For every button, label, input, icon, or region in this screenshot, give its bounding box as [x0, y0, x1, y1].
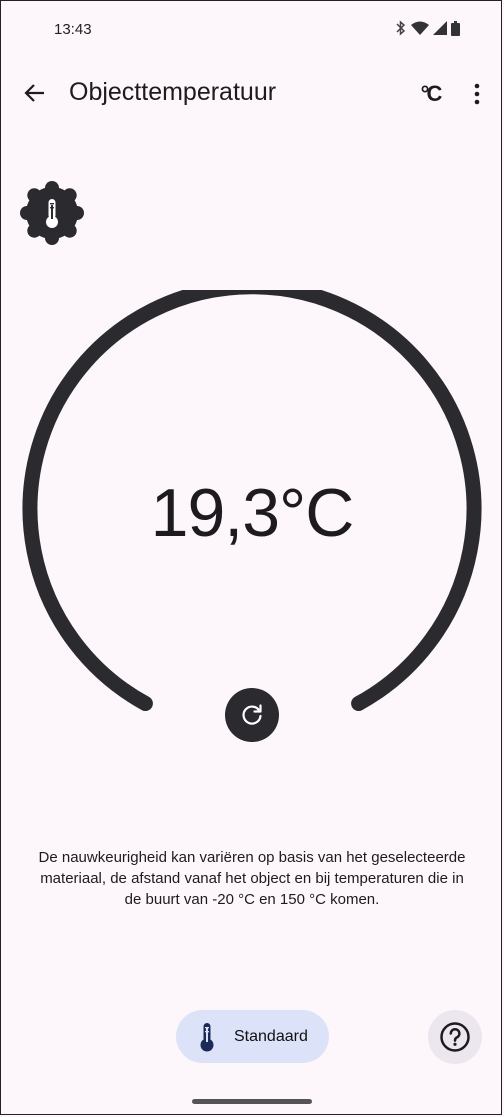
page-title: Objecttemperatuur	[69, 78, 277, 106]
refresh-icon	[242, 704, 262, 725]
gesture-nav-handle[interactable]	[192, 1099, 312, 1104]
help-icon	[440, 1022, 470, 1052]
accuracy-disclaimer: De nauwkeurigheid kan variëren op basis …	[38, 849, 466, 908]
battery-icon	[451, 20, 460, 36]
help-button[interactable]	[428, 1010, 482, 1064]
measurement-mode-chip[interactable]: Standaard	[176, 1010, 329, 1063]
chip-icon-wrapper	[196, 1021, 218, 1053]
wifi-icon	[411, 21, 429, 35]
status-icons	[395, 20, 460, 36]
sensor-badge	[19, 180, 85, 246]
more-options-button[interactable]	[462, 76, 492, 112]
unit-toggle-label: °C	[420, 81, 443, 106]
thermometer-icon	[200, 1022, 214, 1051]
top-app-bar: Objecttemperatuur °C	[0, 62, 504, 126]
status-time: 13:43	[54, 21, 92, 38]
thermometer-icon	[46, 199, 58, 228]
mode-chip-label: Standaard	[234, 1027, 308, 1045]
bluetooth-icon	[396, 20, 406, 36]
more-vert-icon	[474, 83, 480, 105]
unit-toggle-button[interactable]: °C	[412, 76, 448, 112]
back-button[interactable]	[18, 76, 52, 110]
refresh-button[interactable]	[225, 688, 279, 742]
arrow-back-icon	[24, 84, 44, 102]
temperature-reading: 19,3°C	[150, 475, 355, 551]
signal-icon	[433, 21, 447, 35]
status-bar: 13:43	[0, 0, 504, 60]
